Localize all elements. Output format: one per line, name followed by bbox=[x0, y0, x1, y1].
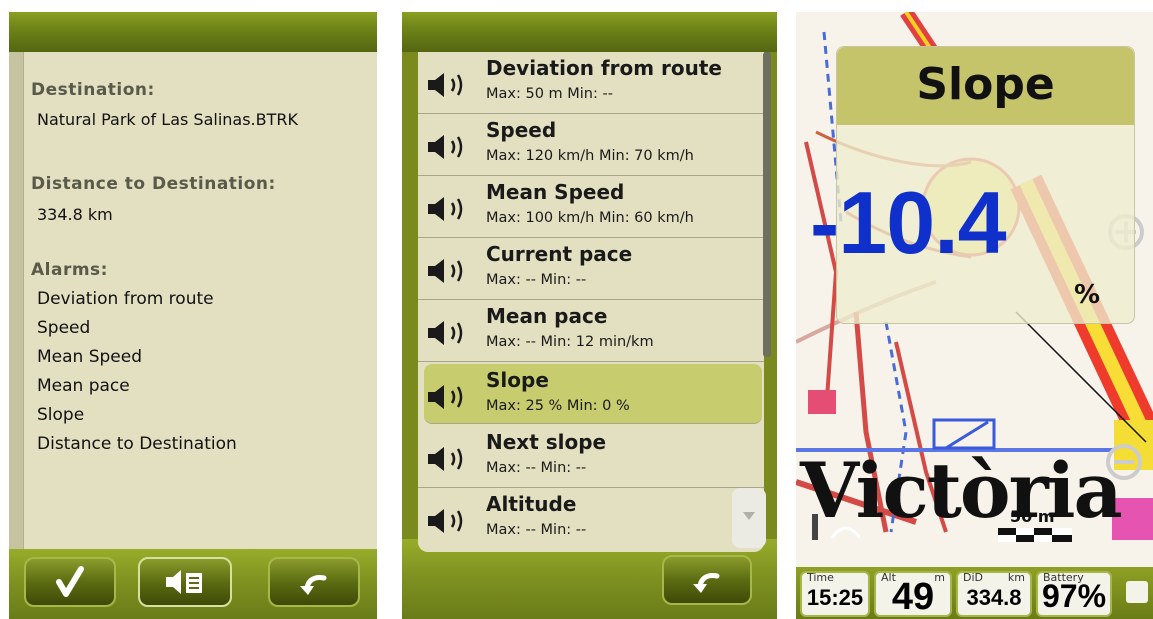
slope-title: Slope bbox=[916, 59, 1055, 110]
speaker-icon bbox=[428, 73, 463, 97]
top-bar bbox=[9, 12, 377, 52]
alarm-title: Slope bbox=[486, 368, 549, 392]
speaker-icon bbox=[428, 509, 463, 533]
distance-value: 334.8 km bbox=[37, 205, 113, 224]
alarm-title: Next slope bbox=[486, 430, 607, 454]
alarm-title: Current pace bbox=[486, 242, 633, 266]
time-field[interactable]: Time 15:25 bbox=[800, 571, 870, 617]
alarm-title: Mean pace bbox=[486, 304, 608, 328]
alarm-item: Mean pace bbox=[37, 376, 130, 396]
list-item[interactable]: Speed Max: 120 km/h Min: 70 km/h bbox=[418, 114, 764, 176]
chevron-down-icon bbox=[743, 512, 755, 520]
back-arrow-icon bbox=[300, 575, 327, 595]
check-icon bbox=[56, 566, 84, 597]
distance-unit: km bbox=[1007, 571, 1025, 584]
alarm-range: Max: 120 km/h Min: 70 km/h bbox=[486, 148, 694, 164]
destination-label: Destination: bbox=[31, 80, 155, 100]
alarm-range: Max: -- Min: -- bbox=[486, 522, 587, 538]
alarm-item: Distance to Destination bbox=[37, 434, 237, 454]
alarm-range: Max: -- Min: -- bbox=[486, 272, 587, 288]
alarm-title: Mean Speed bbox=[486, 180, 625, 204]
alarm-title: Altitude bbox=[486, 492, 577, 516]
list-item-selected[interactable]: Slope Max: 25 % Min: 0 % bbox=[424, 364, 762, 424]
time-label: Time bbox=[807, 571, 834, 584]
speaker-icon bbox=[428, 135, 463, 159]
alarm-range: Max: 50 m Min: -- bbox=[486, 86, 613, 102]
speaker-icon bbox=[428, 385, 463, 409]
alarms-config-button[interactable] bbox=[138, 557, 232, 607]
altitude-field[interactable]: Alt m 49 bbox=[874, 571, 952, 618]
distance-label: Distance to Destination: bbox=[31, 174, 276, 194]
list-item[interactable]: Mean Speed Max: 100 km/h Min: 60 km/h bbox=[418, 176, 764, 238]
alarm-range: Max: -- Min: 12 min/km bbox=[486, 334, 654, 350]
distance-field[interactable]: DiD km 334.8 bbox=[956, 571, 1032, 617]
menu-toggle-icon[interactable] bbox=[1126, 581, 1148, 603]
distance-label: DiD bbox=[963, 571, 983, 584]
battery-value: 97% bbox=[1041, 578, 1107, 614]
alarm-range: Max: 25 % Min: 0 % bbox=[486, 398, 630, 414]
speaker-icon bbox=[428, 447, 463, 471]
alarms-label: Alarms: bbox=[31, 260, 108, 280]
alarm-item: Slope bbox=[37, 405, 85, 425]
destination-value: Natural Park of Las Salinas.BTRK bbox=[37, 110, 298, 129]
time-value: 15:25 bbox=[806, 585, 864, 610]
scroll-down-button[interactable] bbox=[732, 488, 766, 548]
distance-value: 334.8 bbox=[966, 585, 1022, 610]
slope-unit: % bbox=[1074, 280, 1101, 310]
battery-field[interactable]: Battery 97% bbox=[1036, 571, 1112, 617]
destination-screen: Destination: Natural Park of Las Salinas… bbox=[9, 12, 377, 619]
speaker-icon bbox=[428, 321, 463, 345]
alarms-list[interactable]: Deviation from route Max: 50 m Min: -- S… bbox=[418, 52, 764, 552]
status-bar: Time 15:25 Alt m 49 DiD km 334.8 Battery… bbox=[796, 567, 1153, 619]
alarm-item: Deviation from route bbox=[37, 289, 214, 309]
alarm-title: Deviation from route bbox=[486, 56, 722, 80]
alarm-item: Mean Speed bbox=[37, 347, 143, 367]
speaker-icon bbox=[428, 197, 463, 221]
list-item[interactable]: Altitude Max: -- Min: -- bbox=[418, 488, 764, 550]
alarm-range: Max: -- Min: -- bbox=[486, 460, 587, 476]
scale-label: 50 m bbox=[1010, 507, 1055, 526]
speaker-list-icon bbox=[166, 570, 202, 594]
map-place-label: Victòria bbox=[800, 446, 1123, 535]
list-item[interactable]: Deviation from route Max: 50 m Min: -- bbox=[418, 52, 764, 114]
confirm-button[interactable] bbox=[24, 557, 116, 607]
back-arrow-icon bbox=[693, 573, 720, 593]
list-item[interactable]: Next slope Max: -- Min: -- bbox=[418, 426, 764, 488]
map-screen: Victòria 50 m Slope -10.4 % Time 15:25 A… bbox=[796, 12, 1153, 619]
alarm-range: Max: 100 km/h Min: 60 km/h bbox=[486, 210, 694, 226]
back-button[interactable] bbox=[662, 555, 752, 605]
alarm-title: Speed bbox=[486, 118, 557, 142]
list-item[interactable]: Current pace Max: -- Min: -- bbox=[418, 238, 764, 300]
back-button[interactable] bbox=[268, 557, 360, 607]
altitude-value: 49 bbox=[891, 576, 935, 618]
slope-value: -10.4 bbox=[810, 173, 1007, 272]
alarms-list-screen: Deviation from route Max: 50 m Min: -- S… bbox=[402, 12, 777, 619]
alarm-item: Speed bbox=[37, 318, 91, 338]
speaker-icon bbox=[428, 259, 463, 283]
top-bar bbox=[402, 12, 777, 52]
list-scrollbar[interactable] bbox=[763, 52, 771, 357]
list-item[interactable]: Mean pace Max: -- Min: 12 min/km bbox=[418, 300, 764, 362]
left-edge bbox=[9, 52, 24, 549]
